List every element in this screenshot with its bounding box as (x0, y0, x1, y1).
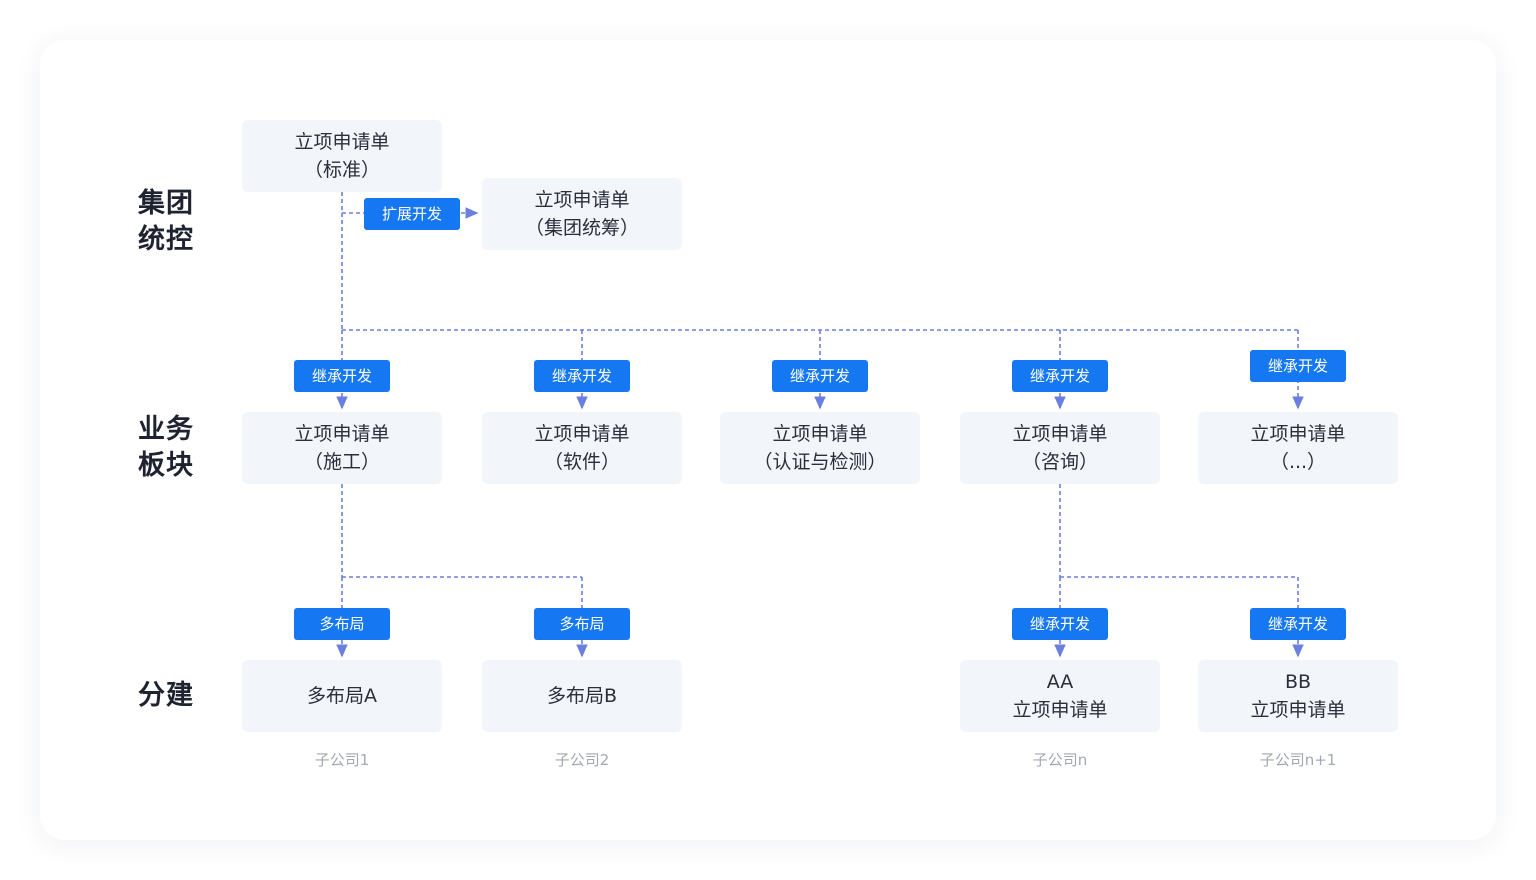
inherit-dev-tag-aa: 继承开发 (1012, 608, 1108, 640)
row-label-business-segment: 业务 板块 (138, 414, 194, 481)
multi-layout-tag-b: 多布局 (534, 608, 630, 640)
project-form-software: 立项申请单 （软件） (482, 412, 682, 484)
inherit-dev-tag-certification: 继承开发 (772, 360, 868, 392)
inherit-dev-tag-construction: 继承开发 (294, 360, 390, 392)
multi-layout-tag-a: 多布局 (294, 608, 390, 640)
row-label-group-control: 集团 统控 (138, 188, 194, 255)
caption-subsidiary-2: 子公司2 (554, 751, 610, 769)
inherit-dev-tag-consulting: 继承开发 (1012, 360, 1108, 392)
extend-dev-tag: 扩展开发 (364, 198, 460, 230)
caption-subsidiary-n-plus-1: 子公司n+1 (1259, 751, 1337, 769)
project-form-standard: 立项申请单 （标准） (242, 120, 442, 192)
row-label-branch: 分建 (138, 680, 194, 711)
project-form-bb: BB 立项申请单 (1198, 660, 1398, 732)
multi-layout-b-box: 多布局B (482, 660, 682, 732)
project-form-construction: 立项申请单 （施工） (242, 412, 442, 484)
project-form-consulting: 立项申请单 （咨询） (960, 412, 1160, 484)
caption-subsidiary-1: 子公司1 (314, 751, 370, 769)
inherit-dev-tag-other: 继承开发 (1250, 350, 1346, 382)
project-form-aa: AA 立项申请单 (960, 660, 1160, 732)
inherit-dev-tag-software: 继承开发 (534, 360, 630, 392)
inherit-dev-tag-bb: 继承开发 (1250, 608, 1346, 640)
project-form-certification-testing: 立项申请单 （认证与检测） (720, 412, 920, 484)
project-form-group-coordinated: 立项申请单 （集团统筹） (482, 178, 682, 250)
caption-subsidiary-n: 子公司n (1032, 751, 1088, 769)
multi-layout-a-box: 多布局A (242, 660, 442, 732)
project-form-other: 立项申请单 （...） (1198, 412, 1398, 484)
